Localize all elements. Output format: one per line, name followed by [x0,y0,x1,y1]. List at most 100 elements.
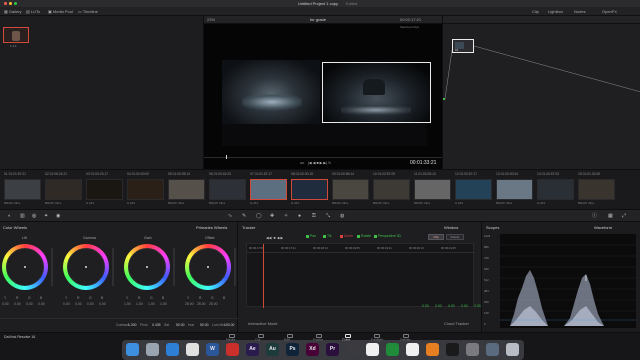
music-icon[interactable] [406,343,419,356]
clip-thumbnail[interactable] [4,179,41,200]
audition-icon[interactable]: Au [266,343,279,356]
qualifier-icon[interactable]: ✎ [242,213,246,219]
master-wheel-slider[interactable] [112,248,114,286]
luts-tab[interactable]: ▤ LUTs [26,7,40,16]
info-icon[interactable]: ⓘ [592,213,597,219]
minimize-window-button[interactable] [9,2,12,5]
clip-thumbnail[interactable] [45,179,82,200]
3d-icon[interactable]: ◍ [340,213,344,219]
wheel-puck[interactable] [146,266,148,268]
wheel-puck[interactable] [207,266,209,268]
wheel-channel-value[interactable]: 25.00 [197,302,206,306]
footer-value[interactable]: 1.000 [128,323,137,327]
track-forward-icon[interactable]: ▶▶ [278,235,284,240]
motion-effects-icon[interactable]: ◉ [56,213,60,219]
wheel-puck[interactable] [85,266,87,268]
footer-value[interactable]: 100.00 [224,323,234,327]
track-reverse-icon[interactable]: ◀◀ [266,235,272,240]
photoshop-icon[interactable]: Ps [286,343,299,356]
wheel-channel-value[interactable]: 1.00 [160,302,167,306]
wheel-channel-value[interactable]: 25.00 [209,302,218,306]
wheel-channel-value[interactable]: 0.00 [87,302,94,306]
footer-value[interactable]: 0.435 [152,323,161,327]
vlc-icon[interactable] [426,343,439,356]
jump-end-icon[interactable]: ▶| [323,160,327,166]
sizing-icon[interactable]: ⤡ [326,213,330,219]
tracker-checkbox[interactable] [323,235,326,238]
viewer-zoom[interactable]: 23% [207,17,215,22]
terminal-icon[interactable] [446,343,459,356]
wheel-channel-value[interactable]: 1.00 [136,302,143,306]
word-icon[interactable]: W [206,343,219,356]
curves-icon[interactable]: ∿ [228,213,232,219]
tracker-graph[interactable]: 00:00:17:05 00:00:17:21 00:00:18:13 00:00:1… [246,243,475,308]
window-icon[interactable]: ◯ [256,213,262,219]
frame-track-button[interactable]: Frame [446,234,464,240]
timeline-tab[interactable]: ▭ Timeline [78,7,98,16]
acrobat-icon[interactable] [226,343,239,356]
tracker-checkbox[interactable] [306,235,309,238]
finder-icon[interactable] [126,343,139,356]
color-match-icon[interactable]: ▥ [20,213,25,219]
premiere-icon[interactable]: Pr [326,343,339,356]
clip-thumbnail[interactable] [127,179,164,200]
safari-icon[interactable] [166,343,179,356]
wheel-channel-value[interactable]: 0.00 [75,302,82,306]
footer-value[interactable]: 50.00 [200,323,209,327]
color-wheel[interactable] [124,244,170,290]
wheel-channel-value[interactable]: 0.00 [38,302,45,306]
monitor-icon[interactable] [486,343,499,356]
openfx-tab[interactable]: OpenFX [602,7,617,16]
zoom-window-button[interactable] [14,2,17,5]
lightbox-tab[interactable]: Lightbox [548,7,563,16]
clip-thumbnail[interactable] [496,179,533,200]
clip-tab[interactable]: Clip [532,7,539,16]
launchpad-icon[interactable] [146,343,159,356]
nodes-tab[interactable]: Nodes [574,7,586,16]
reverse-icon[interactable]: ◀ [313,160,316,166]
color-wheel[interactable] [185,244,231,290]
wheel-channel-value[interactable]: 0.00 [2,302,9,306]
resolve-icon[interactable] [346,343,359,356]
numbers-icon[interactable] [386,343,399,356]
wheel-channel-value[interactable]: 0.00 [14,302,21,306]
photos-icon[interactable] [366,343,379,356]
color-wheels-icon[interactable]: ◎ [32,213,36,219]
stop-icon[interactable]: ■ [316,160,318,166]
gallery-still-thumbnail[interactable] [3,27,29,43]
master-wheel-slider[interactable] [173,248,175,286]
master-wheel-slider[interactable] [234,248,236,286]
clip-thumbnail[interactable] [291,179,328,200]
jump-start-icon[interactable]: |◀ [308,160,312,166]
gallery-tab[interactable]: ▦ Gallery [4,7,22,16]
tracker-checkbox[interactable] [357,235,360,238]
clip-thumbnail[interactable] [537,179,574,200]
color-wheel[interactable] [2,244,48,290]
split-compare-window[interactable] [322,62,431,123]
wheel-channel-value[interactable]: 1.00 [124,302,131,306]
wheel-channel-value[interactable]: 0.00 [26,302,33,306]
track-stop-icon[interactable]: ■ [274,235,276,240]
expand-icon[interactable]: ⤢ [622,213,626,219]
scopes-toggle-icon[interactable]: ▦ [608,213,613,219]
footer-value[interactable]: 50.00 [176,323,185,327]
media-pool-tab[interactable]: ▣ Media Pool [48,7,73,16]
clip-thumbnail[interactable] [86,179,123,200]
after-effects-icon[interactable]: Ae [246,343,259,356]
blur-icon[interactable]: ● [298,213,301,219]
key-icon[interactable]: ⚿ [312,213,316,219]
clip-track-button[interactable]: Clip [428,234,444,240]
wheel-channel-value[interactable]: 0.00 [63,302,70,306]
primaries-mode[interactable]: Primaries Wheels [196,225,227,230]
loop-icon[interactable]: ↻ [328,160,331,166]
clip-thumbnail[interactable] [332,179,369,200]
trash-icon[interactable] [506,343,519,356]
camera-raw-icon[interactable]: ◐ [8,213,11,219]
chrome-icon[interactable] [186,343,199,356]
color-wheel[interactable] [63,244,109,290]
xd-icon[interactable]: Xd [306,343,319,356]
interactive-mode[interactable]: Interactive Mode [248,321,278,326]
window-mode[interactable]: Window [444,225,458,230]
wheel-channel-value[interactable]: 25.00 [185,302,194,306]
tracker-playhead[interactable] [263,244,264,308]
